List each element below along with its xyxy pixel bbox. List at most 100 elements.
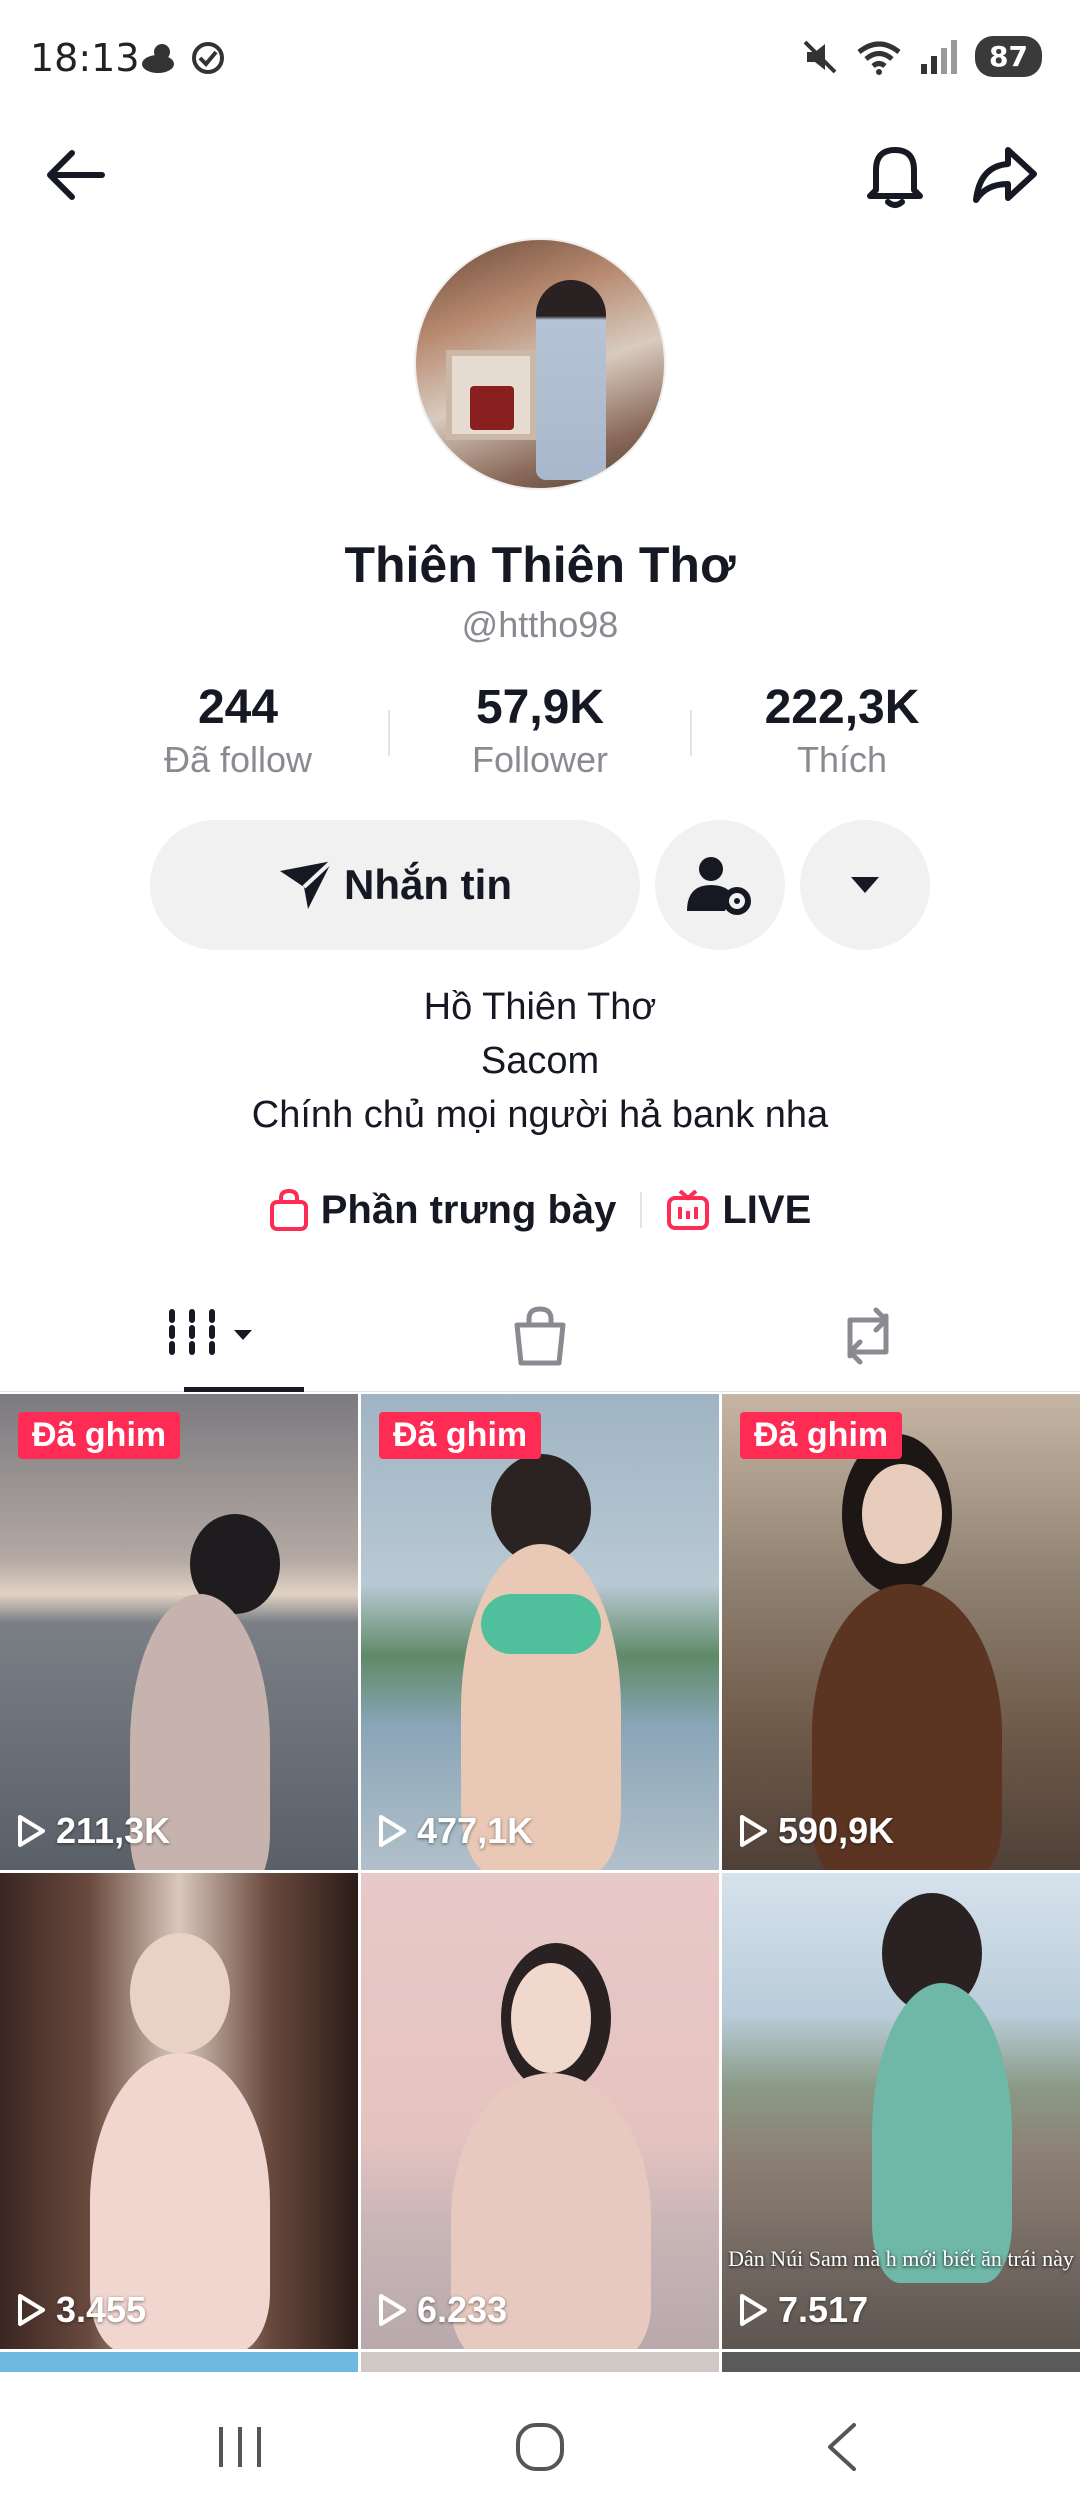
recent-apps-button[interactable]: [180, 2402, 300, 2492]
live-label: LIVE: [722, 1187, 812, 1232]
stat-following-label: Đã follow: [163, 739, 313, 780]
recent-apps-icon: [219, 2427, 261, 2467]
weather-icon: [142, 44, 174, 73]
share-arrow-icon: [973, 147, 1037, 203]
thumb-figure: [481, 1594, 601, 1654]
shopping-bag-icon: [514, 1306, 566, 1366]
bio-line: Hồ Thiên Thơ: [423, 986, 657, 1028]
live-link[interactable]: LIVE: [666, 1188, 811, 1233]
stat-likes-value: 222,3K: [764, 681, 920, 734]
view-count-value: 211,3K: [56, 1810, 171, 1851]
tab-videos[interactable]: [32, 1280, 392, 1392]
shopping-bag-icon: [269, 1188, 308, 1231]
top-nav: [0, 130, 1080, 230]
view-count: 7.517: [738, 2289, 868, 2331]
profile-stats: 244 Đã follow 57,9K Follower 222,3K Thíc…: [0, 680, 1080, 790]
pinned-badge: Đã ghim: [379, 1412, 542, 1459]
system-back-button[interactable]: [782, 2402, 902, 2492]
video-thumbnail[interactable]: Đã ghim 590,9K: [722, 1394, 1080, 1870]
video-thumbnail[interactable]: Đã ghim 477,1K: [361, 1394, 719, 1870]
repost-icon: [847, 1307, 889, 1365]
video-thumbnail[interactable]: [722, 2352, 1080, 2372]
view-count-value: 477,1K: [417, 1810, 534, 1851]
stat-following-value: 244: [197, 681, 279, 734]
video-thumbnail[interactable]: 6.233: [361, 1873, 719, 2349]
message-button-label: Nhắn tin: [344, 861, 512, 908]
chevron-left-icon: [828, 2423, 856, 2471]
play-icon: [379, 1815, 406, 1847]
wifi-icon: [857, 41, 901, 75]
check-circle-icon: [192, 42, 224, 74]
share-button[interactable]: [960, 130, 1050, 220]
system-nav-bar: [0, 2372, 1080, 2520]
stat-likes-label: Thích: [796, 739, 888, 780]
video-grid-icon: [169, 1309, 252, 1363]
avatar-fireplace: [446, 350, 536, 440]
send-icon: [280, 859, 334, 909]
active-tab-indicator: [184, 1387, 304, 1392]
bio: Hồ Thiên Thơ Sacom Chính chủ mọi người h…: [0, 980, 1080, 1142]
live-tv-icon: [667, 1189, 710, 1230]
stat-followers-value: 57,9K: [475, 681, 605, 734]
view-count: 590,9K: [738, 1810, 894, 1852]
thumb-figure: [862, 1464, 942, 1564]
video-thumbnail[interactable]: Đã ghim 211,3K: [0, 1394, 358, 1870]
video-thumbnail[interactable]: [361, 2352, 719, 2372]
pinned-badge: Đã ghim: [740, 1412, 903, 1459]
home-button[interactable]: [480, 2402, 600, 2492]
view-count: 211,3K: [16, 1810, 170, 1852]
status-right-icons: 87: [801, 36, 1042, 77]
view-count-value: 7.517: [778, 2289, 869, 2330]
view-count-value: 590,9K: [778, 1810, 895, 1851]
next-row-peek: [0, 2352, 1080, 2372]
avatar[interactable]: [414, 238, 666, 490]
user-settings-icon: [687, 857, 751, 915]
video-caption: Dân Núi Sam mà h mới biết ăn trái này: [728, 2246, 1074, 2271]
avatar-figure: [536, 280, 606, 480]
view-count: 477,1K: [377, 1810, 533, 1852]
notification-button[interactable]: [850, 130, 940, 220]
pinned-badge: Đã ghim: [18, 1412, 181, 1459]
video-thumbnail[interactable]: Dân Núi Sam mà h mới biết ăn trái này 7.…: [722, 1873, 1080, 2349]
tab-reposts[interactable]: [688, 1280, 1048, 1392]
bio-line: Chính chủ mọi người hả bank nha: [251, 1094, 829, 1136]
showcase-link[interactable]: Phần trưng bày: [269, 1187, 617, 1233]
play-icon: [18, 1815, 45, 1847]
arrow-left-icon: [47, 150, 105, 200]
showcase-label: Phần trưng bày: [320, 1187, 617, 1232]
stat-followers[interactable]: 57,9K Follower: [390, 680, 690, 781]
signal-icon: [921, 39, 958, 74]
profile-actions: Nhắn tin: [0, 820, 1080, 952]
video-grid: Đã ghim 211,3K Đã ghim 477,1K Đã ghim 59…: [0, 1394, 1080, 2349]
video-thumbnail[interactable]: 3.455: [0, 1873, 358, 2349]
follow-settings-button[interactable]: [655, 820, 785, 950]
bio-line: Sacom: [480, 1040, 600, 1082]
content-tabs: [0, 1280, 1080, 1392]
caret-down-icon: [851, 877, 879, 893]
profile-links: Phần trưng bày LIVE: [0, 1180, 1080, 1240]
play-icon: [740, 2294, 767, 2326]
thumb-figure: [130, 1933, 230, 2053]
play-icon: [740, 1815, 767, 1847]
display-name: Thiên Thiên Thơ: [344, 537, 736, 593]
mute-icon: [803, 40, 837, 73]
message-button[interactable]: Nhắn tin: [150, 820, 640, 950]
thumb-figure: [872, 1983, 1012, 2283]
bell-icon: [867, 147, 923, 208]
play-icon: [379, 2294, 406, 2326]
username: @httho98: [461, 604, 619, 645]
status-left-icons: [140, 40, 226, 76]
tab-shop[interactable]: [360, 1280, 720, 1392]
back-button[interactable]: [30, 130, 120, 220]
stat-likes[interactable]: 222,3K Thích: [692, 680, 992, 781]
battery-indicator: 87: [975, 36, 1042, 77]
status-time: 18:13: [30, 36, 140, 80]
status-bar: 18:13 87: [0, 0, 1080, 120]
more-options-button[interactable]: [800, 820, 930, 950]
thumb-figure: [511, 1963, 591, 2073]
link-divider: [640, 1192, 643, 1228]
video-thumbnail[interactable]: [0, 2352, 358, 2372]
home-icon: [516, 2423, 564, 2471]
stat-followers-label: Follower: [471, 739, 609, 780]
stat-following[interactable]: 244 Đã follow: [88, 680, 388, 781]
